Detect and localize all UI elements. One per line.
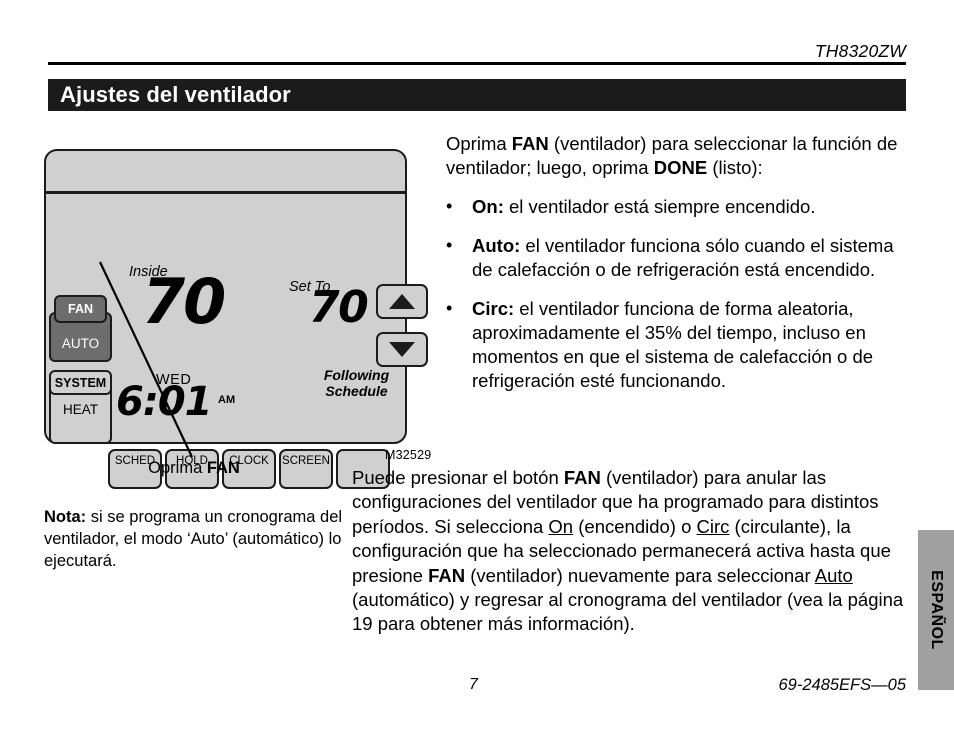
arrow-up-icon — [389, 294, 415, 309]
caption-text: Oprima — [148, 459, 207, 477]
para-underline-circ: Circ — [696, 515, 730, 537]
para-text-6: (automático) y regresar al cronograma de… — [352, 589, 904, 635]
override-paragraph: Puede presionar el botón FAN (ventilador… — [352, 466, 912, 637]
list-item-text: el ventilador funciona sólo cuando el si… — [472, 235, 894, 281]
list-item-term: Auto: — [472, 235, 521, 257]
list-item-content: Auto: el ventilador funciona sólo cuando… — [472, 234, 908, 282]
schedule-status-line2: Schedule — [325, 382, 388, 399]
instructions-column: Oprima FAN (ventilador) para seleccionar… — [446, 132, 908, 408]
para-bold-fan-2: FAN — [428, 564, 466, 586]
section-title: Ajustes del ventilador — [60, 82, 291, 107]
instructions-intro: Oprima FAN (ventilador) para seleccionar… — [446, 132, 908, 180]
thermostat-screen: AUTO FAN HEAT SYSTEM Inside 70 Set To 70… — [46, 194, 428, 489]
am-pm-label: AM — [218, 394, 236, 406]
schedule-status-line1: Following — [323, 367, 390, 383]
fan-button-label: FAN — [68, 302, 93, 316]
para-text-3: (encendido) o — [573, 515, 697, 537]
figure-code: M32529 — [385, 448, 432, 462]
caption-bold-term: FAN — [206, 459, 240, 477]
para-bold-fan-1: FAN — [563, 467, 601, 488]
auto-button-label: AUTO — [61, 335, 100, 351]
system-button-label: SYSTEM — [54, 375, 107, 390]
language-tab-label: ESPAÑOL — [928, 570, 945, 650]
manual-page: TH8320ZW Ajustes del ventilador AUTO FAN… — [0, 0, 954, 738]
list-item-text: el ventilador está siempre encendido. — [503, 196, 816, 218]
note-block: Nota: si se programa un cronograma del v… — [44, 507, 344, 572]
list-item-term: On: — [472, 196, 504, 218]
note-label: Nota: — [44, 508, 87, 526]
fan-mode-list: • On: el ventilador está siempre encendi… — [446, 195, 908, 393]
intro-bold-fan: FAN — [511, 133, 549, 154]
heat-button-label: HEAT — [62, 402, 98, 417]
schedule-status-label: Following Schedule — [299, 367, 414, 399]
list-item: • On: el ventilador está siempre encendi… — [446, 195, 908, 219]
list-item-text: el ventilador funciona de forma aleatori… — [472, 298, 874, 392]
document-model-number: TH8320ZW — [814, 41, 906, 61]
set-to-temperature-value: 70 — [309, 282, 369, 333]
para-text-5: (ventilador) nuevamente para seleccionar — [465, 564, 815, 586]
figure-caption: Oprima FAN — [44, 459, 344, 478]
list-item: • Auto: el ventilador funciona sólo cuan… — [446, 234, 908, 282]
intro-text-3: (listo): — [707, 157, 763, 179]
thermostat-illustration: AUTO FAN HEAT SYSTEM Inside 70 Set To 70… — [43, 149, 428, 489]
section-title-bar: Ajustes del ventilador — [48, 79, 906, 111]
bullet-icon: • — [446, 196, 453, 217]
thermostat-button-system[interactable]: SYSTEM — [49, 370, 112, 395]
language-tab: ESPAÑOL — [918, 530, 954, 690]
list-item-content: On: el ventilador está siempre encendido… — [472, 195, 908, 219]
list-item-term: Circ: — [472, 298, 515, 320]
list-item-content: Circ: el ventilador funciona de forma al… — [472, 297, 908, 393]
intro-text-1: Oprima — [446, 133, 512, 154]
para-underline-auto: Auto — [814, 564, 853, 586]
page-number: 7 — [469, 676, 478, 693]
arrow-down-icon — [389, 342, 415, 357]
para-underline-on: On — [548, 515, 574, 537]
intro-bold-done: DONE — [653, 157, 708, 179]
document-number: 69-2485EFS—05 — [778, 676, 907, 694]
inside-temperature-value: 70 — [142, 265, 226, 338]
header-rule — [48, 62, 906, 65]
bullet-icon: • — [446, 298, 453, 319]
thermostat-button-fan[interactable]: FAN — [54, 295, 107, 323]
bullet-icon: • — [446, 235, 453, 256]
temperature-down-button[interactable] — [376, 332, 428, 367]
temperature-up-button[interactable] — [376, 284, 428, 319]
list-item: • Circ: el ventilador funciona de forma … — [446, 297, 908, 393]
note-text: si se programa un cronograma del ventila… — [44, 508, 343, 570]
clock-time-value: 6:01 — [116, 379, 212, 425]
para-text-1: Puede presionar el botón — [352, 467, 564, 488]
